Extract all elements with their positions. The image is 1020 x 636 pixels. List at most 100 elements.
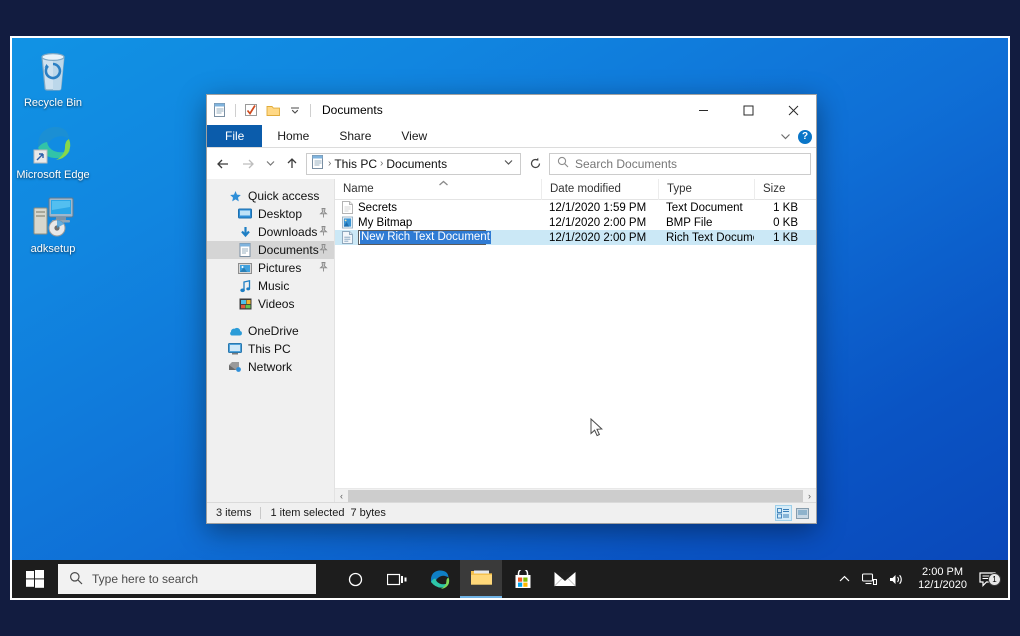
up-button[interactable]: [281, 153, 303, 175]
volume-tray-icon[interactable]: [883, 573, 910, 586]
sidebar-item-network[interactable]: Network: [207, 358, 334, 376]
tab-home[interactable]: Home: [262, 125, 324, 147]
details-view-button[interactable]: [775, 505, 792, 521]
notification-center-button[interactable]: 1: [975, 572, 1004, 587]
pin-icon[interactable]: [319, 244, 328, 257]
sidebar-label: Desktop: [258, 207, 302, 221]
window-titlebar[interactable]: Documents: [207, 95, 816, 125]
pin-icon[interactable]: [319, 208, 328, 221]
file-date-cell: 12/1/2020 2:00 PM: [541, 217, 658, 229]
breadcrumb-item-documents[interactable]: Documents: [386, 157, 447, 171]
new-folder-icon[interactable]: [263, 100, 283, 120]
scrollbar-thumb[interactable]: [348, 490, 803, 502]
window-title: Documents: [322, 103, 383, 117]
recent-locations-button[interactable]: [262, 153, 278, 175]
table-row[interactable]: My Bitmap 12/1/2020 2:00 PM BMP File 0 K…: [335, 215, 816, 230]
file-list-pane[interactable]: Name Date modified Type Size: [335, 179, 816, 502]
properties-icon[interactable]: [241, 100, 261, 120]
rename-input[interactable]: New Rich Text Document: [358, 230, 486, 245]
view-toggle-buttons[interactable]: [775, 505, 816, 521]
breadcrumb[interactable]: › This PC › Documents: [306, 153, 521, 175]
ribbon-right-controls[interactable]: ?: [780, 125, 812, 148]
breadcrumb-separator[interactable]: ›: [328, 158, 331, 169]
column-header-date-modified[interactable]: Date modified: [541, 179, 658, 200]
back-button[interactable]: [212, 153, 234, 175]
refresh-button[interactable]: [524, 153, 546, 175]
file-explorer-button[interactable]: [460, 560, 502, 598]
file-date-cell: 12/1/2020 2:00 PM: [541, 232, 658, 244]
sidebar-item-desktop[interactable]: Desktop: [207, 205, 334, 223]
navigation-pane[interactable]: Quick access Desktop Downloads: [207, 179, 335, 502]
breadcrumb-separator-2[interactable]: ›: [380, 158, 383, 169]
cortana-button[interactable]: [334, 560, 376, 598]
task-view-button[interactable]: [376, 560, 418, 598]
sidebar-group-quick-access[interactable]: Quick access: [207, 187, 334, 205]
network-tray-icon[interactable]: [856, 573, 883, 586]
search-input[interactable]: Search Documents: [549, 153, 811, 175]
taskbar-search-input[interactable]: Type here to search: [58, 564, 316, 594]
mail-button[interactable]: [544, 560, 586, 598]
start-button[interactable]: [12, 560, 57, 598]
breadcrumb-dropdown-icon[interactable]: [499, 158, 518, 169]
pin-icon[interactable]: [319, 226, 328, 239]
sidebar-item-this-pc[interactable]: This PC: [207, 340, 334, 358]
status-separator: [260, 507, 261, 519]
file-explorer-window[interactable]: Documents File Home Share View: [206, 94, 817, 524]
microsoft-store-button[interactable]: [502, 560, 544, 598]
window-menu-icon[interactable]: [210, 100, 230, 120]
desktop-icon-microsoft-edge[interactable]: Microsoft Edge: [16, 120, 90, 181]
column-headers[interactable]: Name Date modified Type Size: [335, 179, 816, 200]
sidebar-item-onedrive[interactable]: OneDrive: [207, 322, 334, 340]
file-name-cell[interactable]: Secrets: [335, 201, 541, 215]
system-tray[interactable]: 2:00 PM 12/1/2020 1: [833, 566, 1008, 592]
maximize-button[interactable]: [726, 95, 771, 125]
file-rows[interactable]: Secrets 12/1/2020 1:59 PM Text Document …: [335, 200, 816, 488]
pictures-icon: [237, 260, 253, 276]
help-icon[interactable]: ?: [798, 130, 812, 144]
table-row[interactable]: Secrets 12/1/2020 1:59 PM Text Document …: [335, 200, 816, 215]
sidebar-item-pictures[interactable]: Pictures: [207, 259, 334, 277]
tab-share[interactable]: Share: [324, 125, 386, 147]
ribbon-collapse-chevron-icon[interactable]: [780, 130, 791, 144]
file-name-cell[interactable]: My Bitmap: [335, 216, 541, 230]
microsoft-edge-button[interactable]: [418, 560, 460, 598]
pin-icon[interactable]: [319, 262, 328, 275]
taskbar[interactable]: Type here to search: [12, 560, 1008, 598]
window-controls[interactable]: [681, 95, 816, 125]
vm-screen-frame: Recycle Bin Microsoft Edge: [10, 36, 1010, 600]
desktop-icon-recycle-bin[interactable]: Recycle Bin: [16, 48, 90, 109]
sidebar-item-documents[interactable]: Documents: [207, 241, 334, 259]
breadcrumb-item-this-pc[interactable]: This PC: [334, 157, 377, 171]
clock[interactable]: 2:00 PM 12/1/2020: [910, 566, 975, 592]
scroll-right-arrow[interactable]: ›: [803, 491, 816, 501]
column-header-size[interactable]: Size: [754, 179, 810, 200]
desktop-icon-adksetup[interactable]: adksetup: [16, 194, 90, 255]
sidebar-item-downloads[interactable]: Downloads: [207, 223, 334, 241]
customize-chevron-icon[interactable]: [285, 100, 305, 120]
minimize-button[interactable]: [681, 95, 726, 125]
desktop-icon-label: adksetup: [16, 243, 90, 255]
sidebar-item-music[interactable]: Music: [207, 277, 334, 295]
sidebar-label: Network: [248, 360, 292, 374]
table-row[interactable]: New Rich Text Document 12/1/2020 2:00 PM…: [335, 230, 816, 245]
show-hidden-icons-button[interactable]: [833, 575, 856, 583]
adksetup-icon: [16, 194, 90, 240]
horizontal-scrollbar[interactable]: ‹ ›: [335, 488, 816, 502]
column-header-type[interactable]: Type: [658, 179, 754, 200]
large-icons-view-button[interactable]: [794, 505, 811, 521]
close-button[interactable]: [771, 95, 816, 125]
sidebar-item-videos[interactable]: Videos: [207, 295, 334, 313]
ribbon-tab-strip[interactable]: File Home Share View ?: [207, 125, 816, 148]
sort-ascending-icon: [438, 179, 449, 189]
this-pc-icon: [227, 341, 243, 357]
tab-file[interactable]: File: [207, 125, 262, 147]
quick-access-toolbar[interactable]: [210, 100, 314, 120]
forward-button[interactable]: [237, 153, 259, 175]
file-name-cell[interactable]: New Rich Text Document: [335, 230, 541, 245]
search-icon: [557, 156, 569, 171]
scroll-left-arrow[interactable]: ‹: [335, 491, 348, 501]
file-size-cell: 0 KB: [754, 217, 810, 229]
desktop[interactable]: Recycle Bin Microsoft Edge: [12, 38, 1008, 598]
tab-view[interactable]: View: [386, 125, 442, 147]
address-bar-row[interactable]: › This PC › Documents: [207, 148, 816, 179]
